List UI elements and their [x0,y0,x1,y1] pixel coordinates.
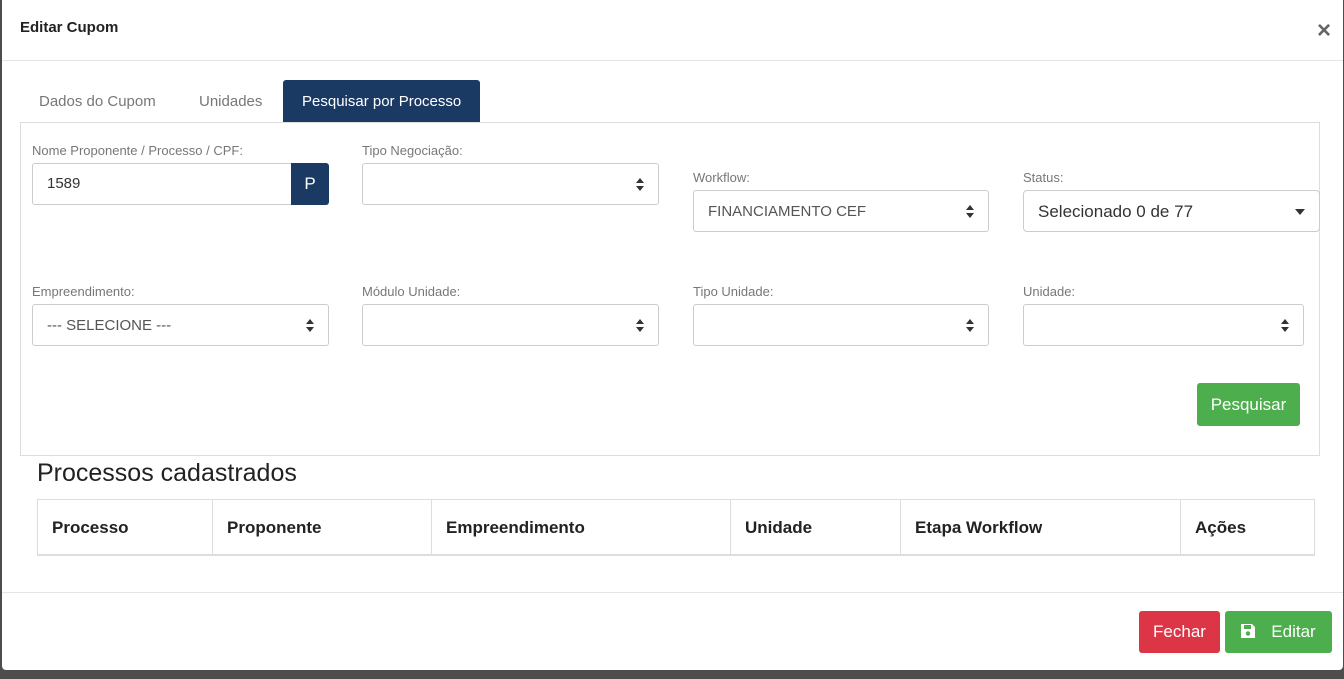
editar-label: Editar [1271,622,1316,641]
column-header-empreendimento[interactable]: Empreendimento [432,500,731,555]
tab-pesquisar-por-processo[interactable]: Pesquisar por Processo [283,80,481,122]
fechar-button[interactable]: Fechar [1139,611,1220,653]
empreendimento-value: --- SELECIONE --- [47,317,172,334]
sort-arrows-icon [965,205,975,219]
workflow-value: FINANCIAMENTO CEF [708,203,867,220]
search-label: Nome Proponente / Processo / CPF: [32,143,243,158]
tab-unidades[interactable]: Unidades [199,80,262,122]
tipo-unidade-select[interactable] [693,304,989,346]
results-title: Processos cadastrados [37,459,297,487]
workflow-select[interactable]: FINANCIAMENTO CEF [693,190,989,232]
save-icon [1241,624,1255,638]
modulo-unidade-label: Módulo Unidade: [362,284,461,299]
tab-dados-do-cupom[interactable]: Dados do Cupom [39,80,156,122]
sort-arrows-icon [1280,319,1290,333]
sort-arrows-icon [635,178,645,192]
editar-button[interactable]: Editar [1225,611,1332,653]
sort-arrows-icon [305,319,315,333]
edit-coupon-modal: Editar Cupom × Dados do Cupom Unidades P… [2,0,1343,670]
workflow-label: Workflow: [693,170,750,185]
pesquisar-button[interactable]: Pesquisar [1197,383,1300,426]
modal-header: Editar Cupom × [2,0,1343,61]
status-label: Status: [1023,170,1064,185]
modulo-unidade-select[interactable] [362,304,659,346]
unidade-label: Unidade: [1023,284,1076,299]
unidade-select[interactable] [1023,304,1304,346]
sort-arrows-icon [635,319,645,333]
sort-arrows-icon [965,319,975,333]
column-header-proponente[interactable]: Proponente [213,500,432,555]
column-header-acoes[interactable]: Ações [1181,500,1314,555]
column-header-etapa-workflow[interactable]: Etapa Workflow [901,500,1181,555]
results-table: Processo Proponente Empreendimento Unida… [37,499,1315,556]
empreendimento-select[interactable]: --- SELECIONE --- [32,304,329,346]
status-value: Selecionado 0 de 77 [1038,202,1194,221]
search-p-button[interactable]: P [291,163,329,205]
column-header-processo[interactable]: Processo [38,500,213,555]
status-multiselect[interactable]: Selecionado 0 de 77 [1023,190,1320,232]
empreendimento-label: Empreendimento: [32,284,135,299]
tipo-negociacao-select[interactable] [362,163,659,205]
tipo-negociacao-label: Tipo Negociação: [362,143,463,158]
modal-title: Editar Cupom [20,19,119,36]
chevron-down-icon [1295,209,1305,215]
tipo-unidade-label: Tipo Unidade: [693,284,774,299]
search-panel: Nome Proponente / Processo / CPF: 1589 P… [20,122,1320,456]
column-header-unidade[interactable]: Unidade [731,500,901,555]
search-input[interactable]: 1589 [32,163,292,205]
close-icon[interactable]: × [1317,19,1331,43]
modal-footer [2,592,1343,593]
